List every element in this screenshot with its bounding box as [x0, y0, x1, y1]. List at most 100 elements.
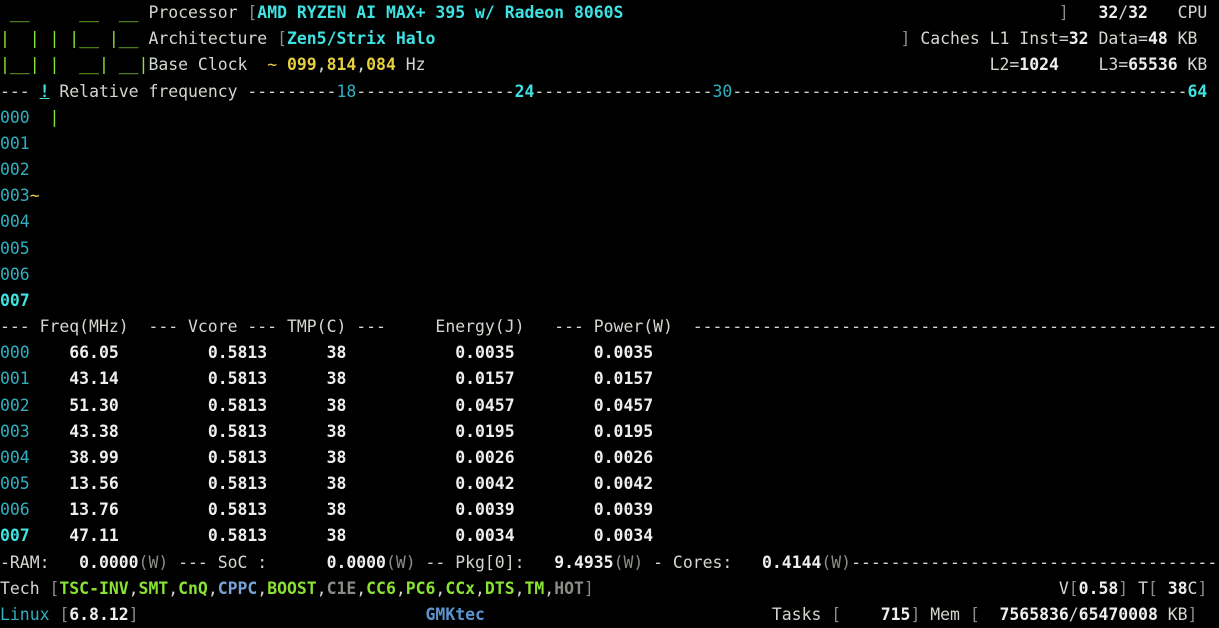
scale-mark-18: 18 [336, 79, 356, 105]
rule-dashes: ---------------- [356, 79, 514, 105]
bracket-open: [ [970, 602, 980, 628]
core-label: 003 [0, 419, 30, 445]
sensor-row-003: 00343.380.5813380.01950.0195 [0, 419, 1219, 445]
sensor-row-004: 00438.990.5813380.00260.0026 [0, 445, 1219, 471]
vcore-value: 0.5813 [208, 497, 267, 523]
logo-row-3: |__| | __| __| [0, 52, 148, 78]
base-clock-hz-group-1: 099 [287, 52, 317, 78]
vcore-value: 0.5813 [208, 393, 267, 419]
col-header-tmp: TMP(C) [287, 314, 346, 340]
vcore-value: 0.5813 [208, 340, 267, 366]
comma: , [317, 576, 327, 602]
power-w-value: 0.0157 [594, 366, 653, 392]
core-label: 002 [0, 393, 30, 419]
comma: , [257, 576, 267, 602]
flag-ccx: CCx [445, 576, 475, 602]
core-label: 004 [0, 209, 30, 235]
mem-label: Mem [930, 602, 960, 628]
freq-mhz-value: 51.30 [69, 393, 118, 419]
col-header-power: Power(W) [594, 314, 673, 340]
relative-frequency-scale-line: ---!Relative frequency---------18-------… [0, 79, 1219, 105]
power-w-value: 0.0035 [594, 340, 653, 366]
energy-j-value: 0.0039 [455, 497, 514, 523]
bracket-open: [ [49, 576, 59, 602]
core-label: 005 [0, 471, 30, 497]
power-w-value: 0.0195 [594, 419, 653, 445]
energy-j-value: 0.0035 [455, 340, 514, 366]
comma: , [544, 576, 554, 602]
core-label: 006 [0, 497, 30, 523]
comma: , [515, 576, 525, 602]
soc-power-value: 0.0000 [327, 550, 386, 576]
kb-unit: KB [1168, 602, 1188, 628]
status-line: Linux[6.8.12]GMKtecTasks[715]Mem[7565836… [0, 602, 1219, 628]
comma: , [168, 576, 178, 602]
base-clock-hz-group-2: 814 [327, 52, 357, 78]
vcore-value: 0.5813 [208, 445, 267, 471]
scale-mark-64: 64 [1188, 79, 1208, 105]
core-label: 005 [0, 236, 30, 262]
tmp-c-value: 38 [327, 445, 347, 471]
l3-label: L3= [1098, 52, 1128, 78]
architecture-name: Zen5/Strix Halo [287, 26, 435, 52]
hostname: GMKtec [426, 602, 485, 628]
tmp-c-value: 38 [327, 497, 347, 523]
energy-j-value: 0.0026 [455, 445, 514, 471]
vcore-value: 0.5813 [208, 471, 267, 497]
energy-j-value: 0.0157 [455, 366, 514, 392]
core-frequency-row-001: 001 [0, 131, 1219, 157]
slash: / [1118, 0, 1128, 26]
core-frequency-row-007: 007 [0, 288, 1219, 314]
rule-dashes: --- [554, 314, 584, 340]
comma: , [356, 52, 366, 78]
rule-dashes: --- [0, 79, 30, 105]
comma: , [129, 576, 139, 602]
os-label: Linux [0, 602, 49, 628]
core-label: 007 [0, 288, 30, 314]
approx-tilde: ~ [267, 52, 277, 78]
rule-dashes: ----------------------------------------… [693, 314, 1218, 340]
tech-label: Tech [0, 576, 40, 602]
l1-inst-kb: 32 [1069, 26, 1089, 52]
core-label: 003 [0, 183, 30, 209]
bracket-close: ] [1197, 576, 1207, 602]
core-marker: ~ [30, 183, 40, 209]
architecture-label: Architecture [148, 26, 267, 52]
comma: , [317, 52, 327, 78]
base-clock-label: Base Clock [148, 52, 247, 78]
flag-pc6: PC6 [406, 576, 436, 602]
bracket-open: [ [59, 602, 69, 628]
tasks-count: 715 [881, 602, 911, 628]
energy-j-value: 0.0457 [455, 393, 514, 419]
l2-kb: 1024 [1019, 52, 1059, 78]
flag-smt: SMT [139, 576, 169, 602]
frequency-bar: | [49, 105, 59, 131]
bracket-open: [ [277, 26, 287, 52]
header-architecture-line: | | | |__ |__ Architecture [Zen5/Strix Hal… [0, 26, 1219, 52]
kernel-version: 6.8.12 [69, 602, 128, 628]
caches-l1-inst-label: Caches L1 Inst= [920, 26, 1068, 52]
freq-mhz-value: 13.76 [69, 497, 118, 523]
flag-cc6: CC6 [366, 576, 396, 602]
cpu-total-count: 32 [1128, 0, 1148, 26]
kb-unit: KB [1188, 52, 1208, 78]
vcore-value: 0.5813 [208, 523, 267, 549]
rule-dashes: --- [356, 314, 386, 340]
rule-dashes: --- [247, 314, 277, 340]
comma: , [396, 576, 406, 602]
l3-kb: 65536 [1128, 52, 1177, 78]
tmp-c-value: 38 [327, 393, 347, 419]
freq-mhz-value: 43.14 [69, 366, 118, 392]
freq-mhz-value: 13.56 [69, 471, 118, 497]
flag-dts: DTS [485, 576, 515, 602]
flag-cnq: CnQ [178, 576, 208, 602]
logo-row-2: | | | |__ |__ [0, 26, 139, 52]
rule-dashes: ------------------------------------- [851, 550, 1217, 576]
cores-power-label: - Cores: [653, 550, 732, 576]
hot-indicator: ! [40, 79, 50, 105]
flag-tsc-inv: TSC-INV [59, 576, 128, 602]
core-label: 007 [0, 523, 30, 549]
mem-total-kb: 65470008 [1079, 602, 1158, 628]
sensor-row-002: 00251.300.5813380.04570.0457 [0, 393, 1219, 419]
base-clock-hz-group-3: 084 [366, 52, 396, 78]
